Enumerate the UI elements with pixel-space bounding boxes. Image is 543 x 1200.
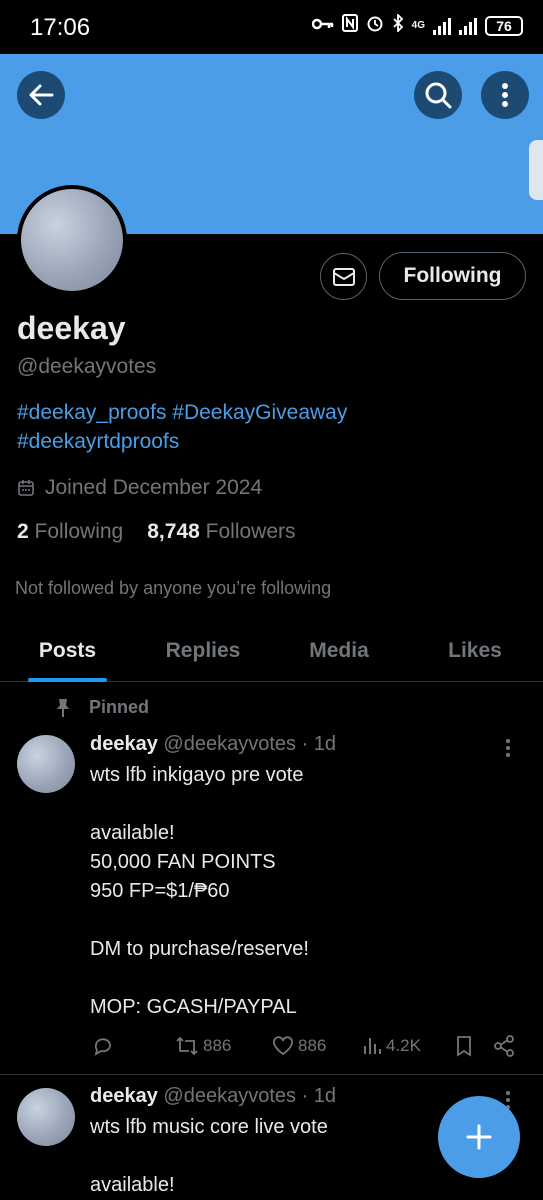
profile-avatar[interactable] (17, 185, 127, 295)
post-divider (0, 1074, 543, 1075)
signal-icon (433, 17, 451, 35)
back-arrow-icon (29, 84, 54, 106)
more-vertical-icon (502, 83, 508, 107)
post-avatar[interactable] (17, 735, 75, 793)
tab-replies[interactable]: Replies (135, 620, 271, 681)
following-count: 2 (17, 520, 29, 543)
pin-icon (57, 698, 69, 717)
tab-media[interactable]: Media (271, 620, 407, 681)
reply-icon (94, 1038, 111, 1056)
followers-count-link[interactable]: 8,748 Followers (147, 520, 295, 544)
battery-icon: 76 (485, 15, 523, 36)
pinned-indicator: Pinned (55, 697, 149, 718)
profile-bio: #deekay_proofs #DeekayGiveaway #deekayrt… (17, 398, 517, 456)
pinned-label: Pinned (89, 697, 150, 717)
post-author-name[interactable]: deekay (90, 733, 158, 755)
not-followed-notice: Not followed by anyone you’re following (15, 578, 332, 598)
bookmark-icon (457, 1036, 471, 1057)
followers-count: 8,748 (147, 520, 200, 543)
message-button[interactable] (320, 253, 367, 300)
like-button[interactable]: 886 (272, 1036, 326, 1056)
post-text: wts lfb inkigayo pre vote available! 50,… (90, 764, 309, 1018)
compose-plus-icon (466, 1124, 492, 1150)
post-author-name[interactable]: deekay (90, 1085, 158, 1107)
post-actions: 886 886 4.2K (90, 1032, 520, 1060)
key-icon (311, 15, 334, 36)
following-count-link[interactable]: 2 Following (17, 520, 123, 544)
joined-text: Joined December 2024 (45, 476, 263, 499)
tab-likes[interactable]: Likes (407, 620, 543, 681)
post-header: deekay @deekayvotes · 1d (90, 1085, 336, 1108)
profile-name: deekay (17, 310, 126, 346)
reply-button[interactable] (92, 1035, 114, 1057)
views-icon (364, 1038, 381, 1054)
bio-hashtags-line-2[interactable]: #deekayrtdproofs (17, 427, 517, 456)
bio-hashtags-line-1[interactable]: #deekay_proofs #DeekayGiveaway (17, 398, 517, 427)
search-icon (425, 82, 452, 109)
like-count: 886 (298, 1036, 327, 1055)
views-count: 4.2K (386, 1036, 421, 1055)
post-time: · 1d (301, 1085, 337, 1107)
share-button[interactable] (493, 1035, 515, 1057)
repost-icon (176, 1036, 198, 1056)
like-icon (273, 1036, 293, 1056)
follow-counts: 2 Following 8,748 Followers (17, 520, 296, 544)
status-bar: 17:06 4G 76 (0, 0, 543, 54)
joined-date: Joined December 2024 (17, 476, 262, 500)
alarm-icon (366, 14, 384, 37)
signal-icon-2 (459, 17, 477, 35)
more-vertical-icon (506, 739, 510, 757)
post-author-handle: @deekayvotes (163, 733, 297, 755)
back-button[interactable] (17, 71, 65, 119)
post-header: deekay @deekayvotes · 1d (90, 733, 336, 756)
post-author-handle: @deekayvotes (163, 1085, 297, 1107)
edge-panel-handle[interactable] (529, 140, 543, 200)
search-button[interactable] (414, 71, 462, 119)
compose-button[interactable] (438, 1096, 520, 1178)
network-type-label: 4G (411, 20, 425, 31)
followers-label: Followers (205, 520, 296, 543)
share-icon (494, 1035, 514, 1057)
status-icons: 4G 76 (311, 12, 523, 37)
profile-tabs: Posts Replies Media Likes (0, 620, 543, 682)
views-button[interactable]: 4.2K (362, 1036, 421, 1056)
mail-icon (332, 267, 355, 286)
profile-handle: @deekayvotes (17, 355, 157, 378)
following-label: Following (34, 520, 124, 543)
nfc-icon (341, 14, 358, 37)
post-time: · 1d (301, 733, 337, 755)
following-button[interactable]: Following (379, 252, 526, 300)
repost-button[interactable]: 886 (175, 1036, 231, 1056)
calendar-icon (18, 480, 34, 496)
post-avatar[interactable] (17, 1088, 75, 1146)
more-options-button[interactable] (481, 71, 529, 119)
tab-posts[interactable]: Posts (0, 620, 135, 682)
bluetooth-icon (392, 12, 404, 37)
status-time: 17:06 (30, 14, 91, 41)
post-menu-button[interactable] (505, 738, 511, 763)
repost-count: 886 (203, 1036, 232, 1055)
bookmark-button[interactable] (455, 1035, 473, 1057)
